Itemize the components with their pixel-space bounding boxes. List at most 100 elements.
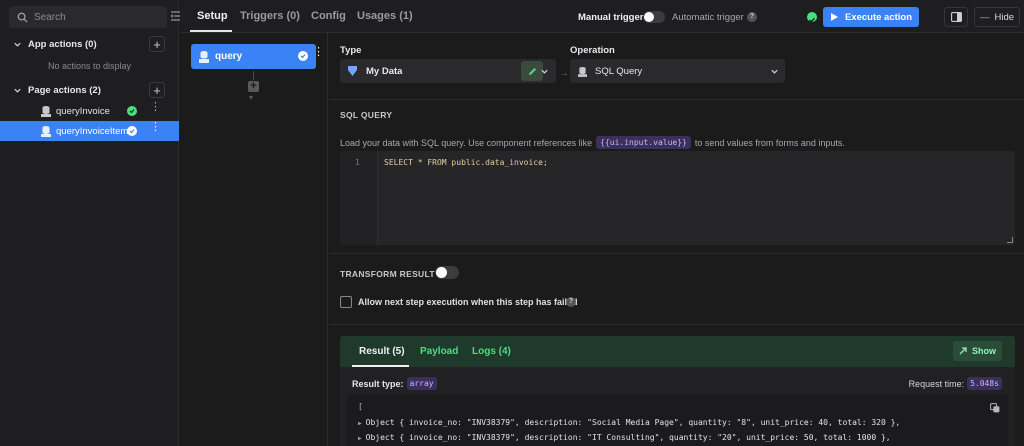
panel-icon [950,12,962,22]
search-icon [17,12,28,23]
automatic-trigger-label: Automatic trigger [672,12,744,23]
app-actions-title: App actions (0) [28,38,97,50]
type-label: Type [340,45,362,56]
type-value: My Data [366,65,403,77]
chevron-down-icon [771,69,778,74]
more-options-icon[interactable]: ⋮ [150,122,161,137]
tab-result[interactable]: Result (5) [359,346,405,357]
active-tab-indicator [190,30,232,32]
line-number: 1 [355,158,360,167]
toggle-panel-button[interactable] [944,7,968,27]
result-tabs-bar: Result (5) Payload Logs (4) Show [340,336,1015,367]
desc-text-before: Load your data with SQL query. Use compo… [340,137,593,148]
pencil-icon [528,67,536,75]
operation-label: Operation [570,45,615,56]
chevron-down-icon [541,69,548,74]
page-actions-header[interactable]: Page actions (2) + [0,80,179,100]
hide-label: Hide [994,11,1015,23]
section-divider [329,324,1024,325]
chevron-down-icon [14,42,21,47]
success-check-icon [298,51,308,61]
sql-code-line[interactable]: SELECT * FROM public.data_invoice; [384,158,548,167]
request-time: Request time: 5.048s [909,377,1002,390]
transform-result-label: TRANSFORM RESULT [340,269,435,279]
result-json-viewer: [ ▶ Object { invoice_no: "INV38379", desc… [347,395,1008,446]
chevron-down-icon [14,88,21,93]
allow-next-step-label: Allow next step execution when this step… [358,297,578,307]
request-time-value: 5.048s [967,377,1002,390]
page-actions-title: Page actions (2) [28,84,101,96]
result-type: Result type: array [352,377,437,390]
app-root: App actions (0) + No actions to display … [0,0,1024,446]
manual-trigger-label: Manual trigger [578,12,644,23]
add-page-action-button[interactable]: + [149,82,165,98]
tab-payload[interactable]: Payload [420,346,458,357]
action-item-query-invoice[interactable]: queryInvoice ⋮ [0,101,179,121]
request-time-label: Request time: [908,378,965,389]
sql-icon [41,126,51,137]
desc-text-after: to send values from forms and inputs. [694,137,845,148]
resize-handle[interactable] [1007,237,1013,243]
success-status-icon [807,12,817,23]
show-result-button[interactable]: Show [953,341,1002,361]
step-connector [253,71,254,80]
step-name: query [215,51,243,62]
help-icon[interactable]: ? [566,297,576,307]
hide-button[interactable]: — Hide [974,7,1020,27]
help-icon[interactable]: ? [747,12,757,22]
toggle-knob [436,267,447,278]
sql-icon [578,66,587,77]
tab-logs[interactable]: Logs (4) [472,346,511,357]
array-bracket: [ [358,402,363,411]
actions-sidebar: App actions (0) + No actions to display … [0,0,181,446]
show-label: Show [972,346,996,356]
result-row[interactable]: ▶ Object { invoice_no: "INV38379", descri… [358,433,891,442]
sql-query-heading: SQL QUERY [340,110,393,120]
copy-icon[interactable] [990,403,1000,413]
action-label: queryInvoiceItems [56,125,134,137]
action-item-query-invoice-items[interactable]: queryInvoiceItems ⋮ [0,121,179,141]
expand-icon [959,347,967,355]
operation-select[interactable]: SQL Query [570,59,785,83]
sql-icon [41,106,51,117]
section-divider [329,99,1024,100]
reference-example-chip: {{ui.input.value}} [596,136,691,149]
steps-column: query ⋮ + ▾ [180,33,328,446]
search-box[interactable] [9,6,167,28]
result-type-value: array [406,377,437,390]
execute-label: Execute action [844,11,913,23]
tab-setup[interactable]: Setup [197,10,228,22]
tab-config[interactable]: Config [311,10,346,22]
transform-result-toggle[interactable] [435,266,459,279]
add-step-button[interactable]: + [248,81,259,92]
arrow-right-icon: → [559,68,569,79]
search-input[interactable] [34,11,154,23]
expand-triangle-icon[interactable]: ▶ [358,435,362,442]
add-app-action-button[interactable]: + [149,36,165,52]
more-options-icon[interactable]: ⋮ [313,47,324,58]
section-divider [329,253,1024,254]
expand-triangle-icon[interactable]: ▶ [358,420,362,427]
result-row-text: Object { invoice_no: "INV38379", descrip… [365,433,891,442]
more-options-icon[interactable]: ⋮ [150,102,161,117]
result-row-text: Object { invoice_no: "INV38379", descrip… [365,418,901,427]
app-actions-header[interactable]: App actions (0) + [0,34,179,54]
active-tab-indicator [352,365,409,367]
sql-code-editor[interactable]: 1 SELECT * FROM public.data_invoice; [340,151,1015,245]
toggle-knob [644,12,654,22]
minus-icon: — [979,11,990,23]
step-card-query[interactable]: query ⋮ [191,44,324,69]
arrow-down-icon: ▾ [249,93,254,102]
trigger-mode-toggle[interactable] [643,11,665,23]
allow-next-step-checkbox[interactable] [340,296,352,308]
operation-value: SQL Query [595,65,643,77]
sql-icon [199,51,209,63]
tab-triggers[interactable]: Triggers (0) [240,10,300,22]
execute-action-button[interactable]: Execute action [823,7,919,27]
result-row[interactable]: ▶ Object { invoice_no: "INV38379", descri… [358,418,900,427]
sql-query-description: Load your data with SQL query. Use compo… [340,136,845,149]
type-select[interactable]: My Data [340,59,556,83]
action-label: queryInvoice [56,105,110,117]
no-actions-message: No actions to display [47,61,132,71]
tab-usages[interactable]: Usages (1) [357,10,413,22]
